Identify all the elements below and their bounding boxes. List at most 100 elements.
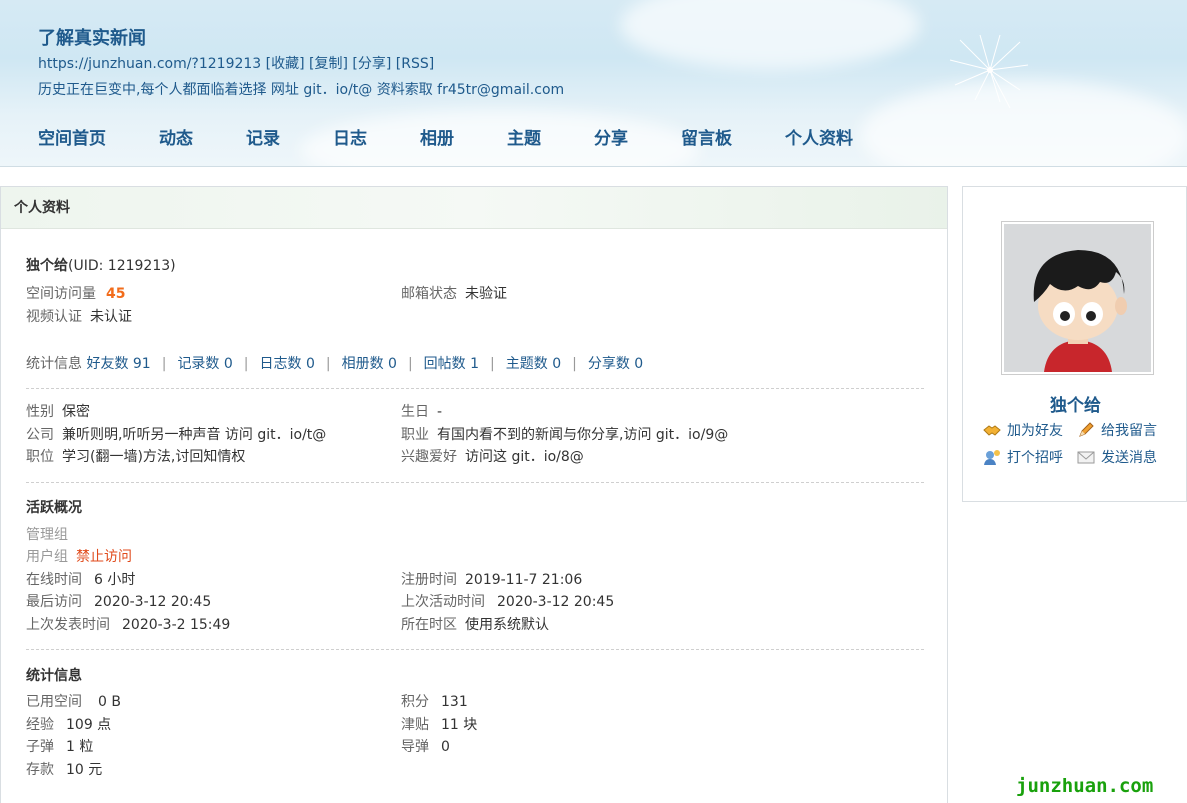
deposit-label: 存款 <box>26 762 54 778</box>
timezone-row: 所在时区 使用系统默认 <box>401 615 549 635</box>
space-links[interactable]: https://junzhuan.com/?1219213 [收藏] [复制] … <box>38 53 434 73</box>
deposit-value: 10 元 <box>66 762 103 778</box>
cloud-decoration <box>620 0 920 70</box>
nav-feed[interactable]: 动态 <box>159 124 193 149</box>
nav-threads[interactable]: 主题 <box>507 124 541 149</box>
stat-blogs[interactable]: 日志数 0 <box>260 356 315 372</box>
birthday-value: - <box>437 404 443 420</box>
username: 独个给 <box>26 258 68 274</box>
activity-title: 活跃概况 <box>26 500 82 516</box>
gender-label: 性别 <box>26 404 54 420</box>
bullet-value: 1 粒 <box>66 739 94 755</box>
job-value: 有国内看不到的新闻与你分享,访问 git．io/9@ <box>437 427 729 443</box>
add-friend-button[interactable]: 加为好友 <box>983 420 1063 440</box>
visits-row: 空间访问量 45 <box>26 284 125 304</box>
email-label: 邮箱状态 <box>401 286 457 302</box>
stat-albums[interactable]: 相册数 0 <box>342 356 397 372</box>
last-active-row: 上次活动时间 2020-3-12 20:45 <box>401 592 614 612</box>
user-group-value[interactable]: 禁止访问 <box>76 549 132 565</box>
position-value: 学习(翻一墙)方法,讨回知情权 <box>62 449 246 465</box>
stats2-title: 统计信息 <box>26 668 82 684</box>
job-label: 职业 <box>401 427 429 443</box>
send-message-button[interactable]: 发送消息 <box>1077 447 1157 467</box>
user-greet-icon <box>984 450 1000 465</box>
leave-message-button[interactable]: 给我留言 <box>1077 420 1157 440</box>
uid: (UID: 1219213) <box>68 258 176 274</box>
video-value: 未认证 <box>90 309 132 325</box>
profile-panel: 个人资料 独个给(UID: 1219213) 空间访问量 45 邮箱状态 未验证 视… <box>0 186 948 803</box>
missile-row: 导弹 0 <box>401 737 450 757</box>
stat-records[interactable]: 记录数 0 <box>177 356 232 372</box>
visits-value: 45 <box>106 286 126 302</box>
last-active-value: 2020-3-12 20:45 <box>497 594 615 610</box>
points-row: 积分 131 <box>401 692 468 712</box>
exp-label: 经验 <box>26 717 54 733</box>
register-row: 注册时间 2019-11-7 21:06 <box>401 570 582 590</box>
hobby-value: 访问这 git．io/8@ <box>465 449 584 465</box>
timezone-label: 所在时区 <box>401 617 457 633</box>
divider <box>26 388 924 389</box>
company-label: 公司 <box>26 427 54 443</box>
stat-replies[interactable]: 回帖数 1 <box>424 356 479 372</box>
divider <box>26 482 924 483</box>
company-row: 公司 兼听则明,听听另一种声音 访问 git．io/t@ <box>26 425 326 445</box>
space-header: 了解真实新闻 https://junzhuan.com/?1219213 [收藏… <box>0 0 1187 167</box>
email-value: 未验证 <box>465 286 507 302</box>
space-label: 已用空间 <box>26 694 82 710</box>
stat-shares[interactable]: 分享数 0 <box>588 356 643 372</box>
space-row: 已用空间 0 B <box>26 692 121 712</box>
add-friend-label: 加为好友 <box>1007 423 1063 439</box>
online-row: 在线时间 6 小时 <box>26 570 135 590</box>
nav-guestbook[interactable]: 留言板 <box>681 124 732 149</box>
missile-label: 导弹 <box>401 739 429 755</box>
birthday-row: 生日 - <box>401 402 442 422</box>
username-row: 独个给(UID: 1219213) <box>26 256 176 276</box>
divider <box>26 649 924 650</box>
space-nav: 空间首页 动态 记录 日志 相册 主题 分享 留言板 个人资料 <box>38 124 906 149</box>
bullet-row: 子弹 1 粒 <box>26 737 93 757</box>
stat-friends[interactable]: 好友数 91 <box>86 356 150 372</box>
pencil-icon <box>1079 422 1094 437</box>
last-active-label: 上次活动时间 <box>401 594 485 610</box>
space-value: 0 B <box>98 694 121 710</box>
avatar[interactable] <box>1001 221 1154 375</box>
leave-message-label: 给我留言 <box>1101 423 1157 439</box>
register-value: 2019-11-7 21:06 <box>465 572 583 588</box>
nav-album[interactable]: 相册 <box>420 124 454 149</box>
hobby-label: 兴趣爱好 <box>401 449 457 465</box>
exp-value: 109 点 <box>66 717 112 733</box>
missile-value: 0 <box>441 739 450 755</box>
greet-label: 打个招呼 <box>1007 450 1063 466</box>
nav-blog[interactable]: 日志 <box>333 124 367 149</box>
user-card: 独个给 加为好友 给我留言 打个招呼 发送消息 <box>962 186 1187 502</box>
position-label: 职位 <box>26 449 54 465</box>
last-post-value: 2020-3-2 15:49 <box>122 617 231 633</box>
email-row: 邮箱状态 未验证 <box>401 284 507 304</box>
greet-button[interactable]: 打个招呼 <box>983 447 1063 467</box>
video-label: 视频认证 <box>26 309 82 325</box>
nav-space-home[interactable]: 空间首页 <box>38 124 106 149</box>
video-row: 视频认证 未认证 <box>26 307 132 327</box>
company-value: 兼听则明,听听另一种声音 访问 git．io/t@ <box>62 427 327 443</box>
dandelion-icon <box>949 34 1029 109</box>
bullet-label: 子弹 <box>26 739 54 755</box>
timezone-value: 使用系统默认 <box>465 617 549 633</box>
card-username[interactable]: 独个给 <box>963 391 1187 416</box>
subsidy-value: 11 块 <box>441 717 478 733</box>
admin-group: 管理组 <box>26 527 68 543</box>
space-description: 历史正在巨变中,每个人都面临着选择 网址 git．io/t@ 资料索取 fr45… <box>38 82 565 98</box>
position-row: 职位 学习(翻一墙)方法,讨回知情权 <box>26 447 245 467</box>
nav-records[interactable]: 记录 <box>246 124 280 149</box>
last-visit-value: 2020-3-12 20:45 <box>94 594 212 610</box>
user-group-label: 用户组 <box>26 549 68 565</box>
stat-threads[interactable]: 主题数 0 <box>506 356 561 372</box>
visits-label: 空间访问量 <box>26 286 96 302</box>
space-title[interactable]: 了解真实新闻 <box>38 24 146 50</box>
points-value: 131 <box>441 694 468 710</box>
deposit-row: 存款 10 元 <box>26 760 102 780</box>
stats-label: 统计信息 <box>26 356 82 372</box>
avatar-character-icon <box>1004 224 1151 372</box>
nav-share[interactable]: 分享 <box>594 124 628 149</box>
nav-profile[interactable]: 个人资料 <box>785 124 853 149</box>
user-group-row: 用户组 禁止访问 <box>26 547 132 567</box>
